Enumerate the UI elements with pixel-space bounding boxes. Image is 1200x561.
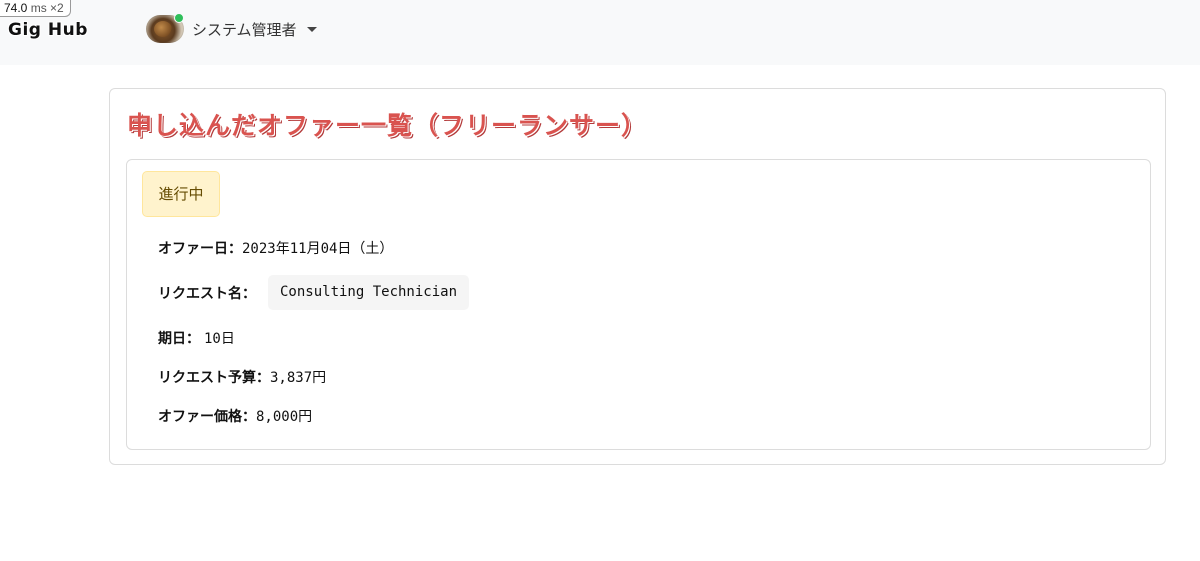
request-name-row: リクエスト名： Consulting Technician — [158, 275, 470, 310]
user-name[interactable]: システム管理者 — [192, 19, 297, 40]
request-budget-row: リクエスト予算： 3,837円 — [158, 367, 326, 387]
request-name-label: リクエスト名： — [158, 285, 256, 302]
performance-badge: 74.0 ms ×2 — [0, 0, 71, 17]
offer-price-value: 8,000円 — [256, 409, 313, 425]
deadline-label: 期日： — [158, 331, 200, 347]
page-title: 申し込んだオファー一覧（フリーランサー） — [127, 111, 648, 140]
request-budget-label: リクエスト予算： — [158, 370, 270, 386]
status-badge: 進行中 — [142, 171, 220, 217]
online-status-dot — [174, 13, 184, 23]
offer-price-row: オファー価格： 8,000円 — [158, 406, 312, 426]
offer-date-row: オファー日： 2023年11月04日（土） — [158, 238, 393, 258]
offer-item-card: 進行中 オファー日： 2023年11月04日（土） リクエスト名： Consul… — [126, 159, 1151, 450]
top-navbar: 74.0 ms ×2 Gig Hub システム管理者 — [0, 0, 1200, 65]
request-name-chip: Consulting Technician — [268, 275, 470, 310]
avatar[interactable] — [146, 13, 184, 43]
offer-list-card: 申し込んだオファー一覧（フリーランサー） 進行中 オファー日： 2023年11月… — [109, 88, 1166, 465]
avatar-image — [154, 21, 172, 37]
perf-value: 74.0 — [4, 1, 28, 15]
user-menu-dropdown[interactable]: システム管理者 — [146, 13, 317, 44]
perf-multiplier: ×2 — [50, 1, 64, 15]
brand-logo[interactable]: Gig Hub — [8, 20, 88, 40]
caret-down-icon[interactable] — [306, 26, 317, 32]
offer-date-value: 2023年11月04日（土） — [242, 241, 394, 257]
perf-unit: ms — [30, 1, 47, 15]
request-budget-value: 3,837円 — [270, 370, 327, 386]
deadline-row: 期日： 10日 — [158, 328, 235, 348]
deadline-value: 10日 — [204, 331, 235, 347]
offer-price-label: オファー価格： — [158, 409, 256, 425]
offer-date-label: オファー日： — [158, 241, 242, 257]
